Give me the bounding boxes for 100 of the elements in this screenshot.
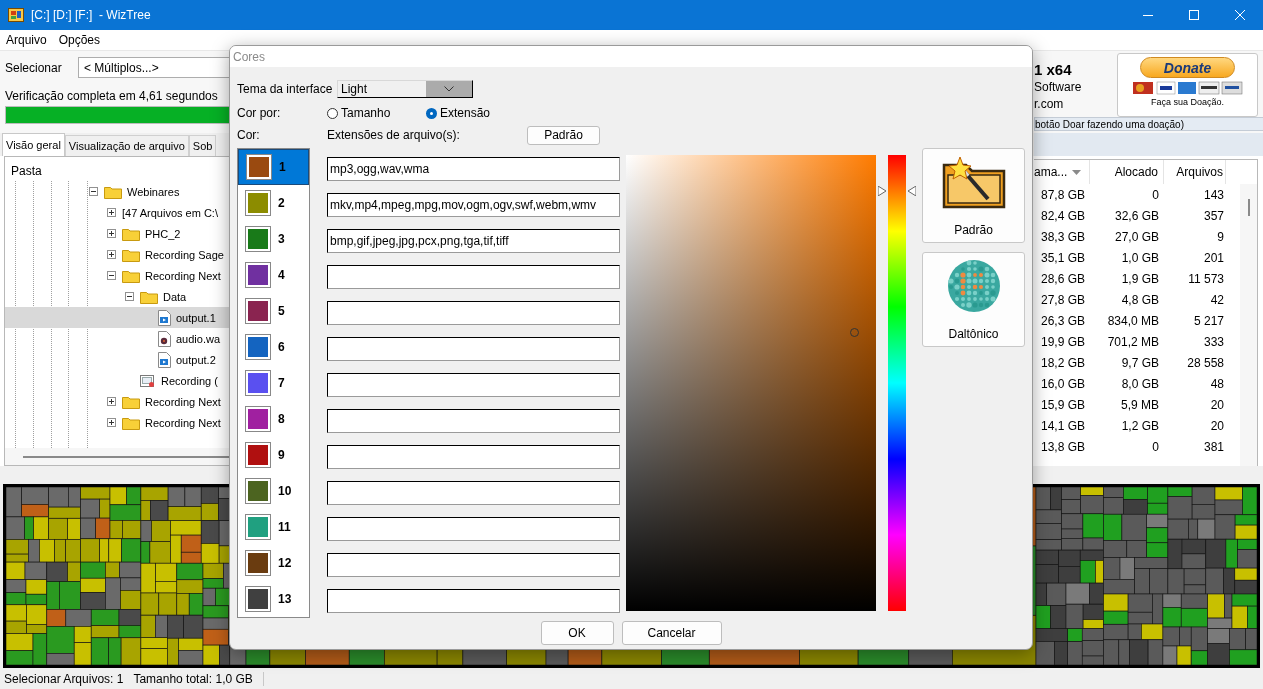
table-cell-text: 13,8 GB (1039, 439, 1086, 454)
tree-row[interactable]: output.1 (5, 307, 229, 328)
table-cell-text: 9 (1216, 229, 1225, 244)
color-dot-test-icon (946, 259, 1001, 313)
extension-field[interactable] (327, 481, 620, 505)
extension-field[interactable] (327, 553, 620, 577)
table-cell-text: 38,3 GB (1039, 229, 1086, 244)
color-list-item[interactable]: 12 (238, 545, 309, 581)
magic-wand-folder-icon (941, 155, 1006, 209)
extension-field[interactable] (327, 409, 620, 433)
document-icon (140, 372, 156, 389)
expand-icon[interactable] (107, 250, 116, 259)
drive-select[interactable]: < Múltiplos...> (78, 57, 229, 78)
cancel-button[interactable]: Cancelar (621, 621, 722, 645)
tree-row[interactable]: output.2 (5, 349, 229, 370)
table-cell-text: 35,1 GB (1039, 250, 1086, 265)
table-cell-text: 28 558 (1186, 355, 1225, 370)
scrollbar-thumb[interactable] (1247, 199, 1250, 216)
color-list-item[interactable]: 4 (238, 257, 309, 293)
tree-item-label: Data (163, 290, 187, 303)
table-cell-text: 1,0 GB (1120, 250, 1160, 265)
extension-field[interactable] (327, 589, 620, 613)
hue-slider[interactable] (878, 155, 916, 611)
radio-indicator[interactable] (327, 107, 338, 119)
color-gradient-picker[interactable] (626, 155, 876, 611)
tree-item-label: [47 Arquivos em C:\ (122, 206, 218, 219)
extension-field[interactable]: mp3,ogg,wav,wma (327, 157, 620, 181)
tree-row[interactable]: Recording Sage (5, 244, 229, 265)
expand-icon[interactable] (107, 397, 116, 406)
table-cell-text: 5 217 (1192, 313, 1225, 328)
tree-row[interactable]: Recording ( (5, 370, 229, 391)
table-cell-text: 32,6 GB (1113, 208, 1160, 223)
color-list-item[interactable]: 6 (238, 329, 309, 365)
radio-indicator[interactable] (426, 107, 437, 119)
color-list-item[interactable]: 10 (238, 473, 309, 509)
tree-row[interactable]: audio.wa (5, 328, 229, 349)
table-cell-text: 19,9 GB (1039, 334, 1086, 349)
tab[interactable]: Sob (188, 135, 217, 156)
color-by-label: Cor por: (237, 106, 282, 120)
scrollbar-thumb[interactable] (23, 455, 229, 458)
default-button[interactable]: Padrão (527, 125, 600, 145)
extension-field[interactable]: bmp,gif,jpeg,jpg,pcx,png,tga,tif,tiff (327, 229, 620, 253)
column-header[interactable]: Alocado (1090, 160, 1164, 184)
table-cell-text: 381 (1202, 439, 1225, 454)
color-list-item[interactable]: 1 (238, 149, 309, 185)
tab[interactable]: Visualização de arquivo (64, 135, 189, 156)
color-list-item[interactable]: 9 (238, 437, 309, 473)
extension-field[interactable] (327, 337, 620, 361)
menu-item[interactable]: Arquivo (0, 33, 53, 47)
color-list-item[interactable]: 5 (238, 293, 309, 329)
column-header[interactable]: ama... (1034, 160, 1090, 184)
column-header[interactable]: Arquivos (1164, 160, 1226, 184)
color-list-item[interactable]: 13 (238, 581, 309, 617)
folder-icon (122, 394, 140, 409)
ok-button[interactable]: OK (540, 621, 614, 645)
extension-field[interactable]: mkv,mp4,mpeg,mpg,mov,ogm,ogv,swf,webm,wmv (327, 193, 620, 217)
extension-field[interactable] (327, 373, 620, 397)
folder-icon (122, 247, 140, 262)
table-cell-text: 5,9 MB (1120, 397, 1160, 412)
radio-button[interactable]: Extensão (426, 106, 525, 120)
theme-select[interactable]: Light (337, 80, 473, 98)
color-list-item[interactable]: 3 (238, 221, 309, 257)
table-cell-text: 0 (1151, 187, 1160, 202)
company-text: Software (1034, 80, 1083, 96)
collapse-icon[interactable] (89, 187, 98, 196)
collapse-icon[interactable] (107, 271, 116, 280)
tab[interactable]: Visão geral (2, 133, 65, 156)
extension-field[interactable] (327, 265, 620, 289)
slider-thumb[interactable] (878, 186, 916, 197)
preset-button[interactable]: Padrão (922, 148, 1025, 243)
expand-icon[interactable] (107, 418, 116, 427)
color-list-item[interactable]: 8 (238, 401, 309, 437)
table-cell-text: 20 (1209, 418, 1225, 433)
color-list-item[interactable]: 11 (238, 509, 309, 545)
tree-row[interactable]: Recording Next (5, 391, 229, 412)
color-list-item[interactable]: 7 (238, 365, 309, 401)
collapse-icon[interactable] (125, 292, 134, 301)
extension-field[interactable] (327, 445, 620, 469)
tree-item-label: Recording Next (145, 269, 221, 282)
extension-field[interactable] (327, 517, 620, 541)
color-list-item[interactable]: 2 (238, 185, 309, 221)
expand-icon[interactable] (107, 229, 116, 238)
tree-row[interactable]: Recording Next (5, 265, 229, 286)
column-header[interactable]: Pasta (5, 157, 229, 181)
color-label: Cor: (237, 128, 261, 142)
tree-row[interactable]: PHC_2 (5, 223, 229, 244)
tree-item-label: PHC_2 (145, 227, 181, 240)
extension-field[interactable] (327, 301, 620, 325)
tree-item-label: audio.wa (176, 332, 221, 345)
menu-item[interactable]: Opções (52, 33, 107, 47)
radio-button[interactable]: Tamanho (327, 106, 426, 120)
donate-button[interactable]: Donate (1140, 57, 1235, 78)
tree-row[interactable]: Recording Next (5, 412, 229, 433)
preset-button[interactable]: Daltônico (922, 252, 1025, 347)
folder-icon (122, 415, 140, 430)
theme-label: Tema da interface (237, 82, 334, 96)
expand-icon[interactable] (107, 208, 116, 217)
tree-row[interactable]: Data (5, 286, 229, 307)
tree-row[interactable]: Webinares (5, 181, 229, 202)
tree-row[interactable]: [47 Arquivos em C:\ (5, 202, 229, 223)
